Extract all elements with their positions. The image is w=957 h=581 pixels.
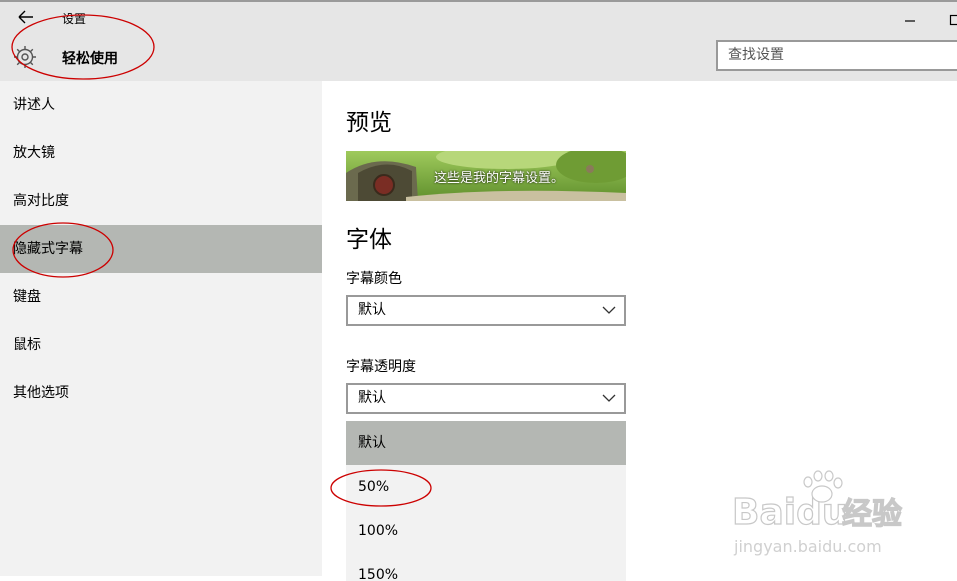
window-title: 设置 [62, 10, 86, 27]
maximize-icon [940, 7, 957, 27]
chevron-down-icon [602, 305, 616, 315]
font-heading: 字体 [346, 220, 392, 254]
title-bar: 设置 [0, 2, 957, 32]
sidebar-item-high-contrast[interactable]: 高对比度 [0, 177, 322, 225]
option-100-percent[interactable]: 100% [346, 509, 626, 553]
sidebar-item-narrator[interactable]: 讲述人 [0, 81, 322, 129]
back-button[interactable] [14, 6, 38, 28]
option-50-percent[interactable]: 50% [346, 465, 626, 509]
sidebar-item-mouse[interactable]: 鼠标 [0, 321, 322, 369]
option-default[interactable]: 默认 [346, 421, 626, 465]
minimize-button[interactable] [897, 7, 923, 27]
search-input[interactable]: 查找设置 [716, 40, 957, 71]
sidebar-item-magnifier[interactable]: 放大镜 [0, 129, 322, 177]
sidebar-item-other-options[interactable]: 其他选项 [0, 369, 322, 417]
sidebar-item-keyboard[interactable]: 键盘 [0, 273, 322, 321]
search-placeholder: 查找设置 [728, 47, 784, 63]
sidebar-item-closed-captions[interactable]: 隐藏式字幕 [0, 225, 322, 273]
settings-header: 轻松使用 查找设置 [0, 32, 957, 81]
minimize-icon [897, 7, 923, 27]
caption-color-dropdown[interactable]: 默认 [346, 295, 626, 326]
baidu-watermark: Baidu 经验 jingyan.baidu.com [730, 466, 920, 566]
watermark-brand-cn: 经验 [842, 497, 902, 532]
gear-icon [12, 44, 38, 70]
preview-caption-text: 这些是我的字幕设置。 [434, 167, 564, 186]
maximize-button[interactable] [940, 7, 957, 27]
caption-transparency-dropdown[interactable]: 默认 [346, 383, 626, 414]
caption-transparency-value: 默认 [358, 390, 386, 406]
caption-preview-image: 这些是我的字幕设置。 [346, 151, 626, 201]
caption-color-value: 默认 [358, 302, 386, 318]
watermark-url: jingyan.baidu.com [733, 537, 882, 556]
arrow-left-icon [14, 6, 38, 28]
section-title: 轻松使用 [62, 48, 118, 68]
option-150-percent[interactable]: 150% [346, 553, 626, 581]
preview-heading: 预览 [346, 103, 392, 137]
sidebar: 讲述人 放大镜 高对比度 隐藏式字幕 键盘 鼠标 其他选项 [0, 81, 322, 576]
transparency-options-list: 默认 50% 100% 150% [346, 421, 626, 581]
caption-transparency-label: 字幕透明度 [346, 356, 416, 376]
chevron-down-icon [602, 393, 616, 403]
caption-color-label: 字幕颜色 [346, 268, 402, 288]
